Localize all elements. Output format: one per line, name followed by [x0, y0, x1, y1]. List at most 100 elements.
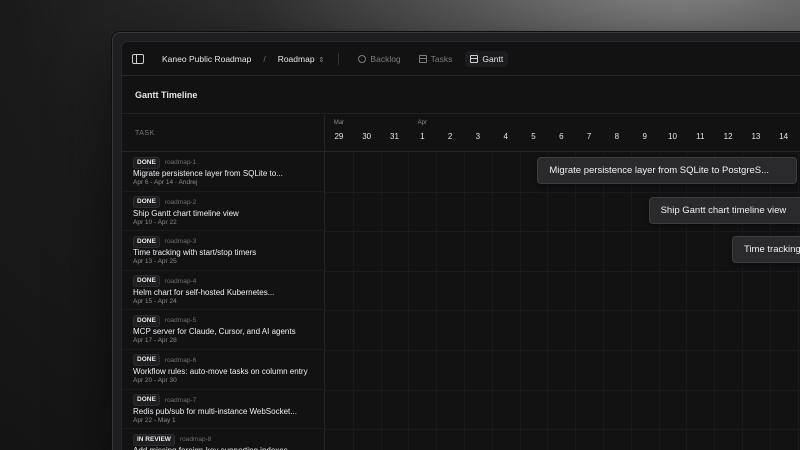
row-gridline	[325, 389, 800, 391]
task-row[interactable]: DONE roadmap-1 Migrate persistence layer f…	[122, 152, 324, 192]
task-title: Migrate persistence layer from SQLite to…	[133, 169, 283, 178]
task-title: Workflow rules: auto-move tasks on colum…	[133, 366, 308, 376]
task-row[interactable]: DONE roadmap-6 Workflow rules: auto-move t…	[122, 350, 324, 390]
task-row-top: DONE roadmap-5	[133, 314, 324, 327]
day-number: 14	[779, 132, 789, 141]
task-slug: roadmap-5	[164, 317, 197, 325]
task-meta: Apr 17 - Apr 28	[133, 337, 177, 345]
status-badge: IN REVIEW	[133, 433, 175, 446]
day-column-header: 9	[631, 115, 659, 152]
day-gridline	[464, 152, 465, 450]
day-number: 8	[614, 132, 620, 141]
tab-gantt[interactable]: Gantt	[465, 50, 509, 67]
day-gridline	[547, 152, 549, 450]
breadcrumb-separator: /	[263, 53, 266, 64]
day-header: Mar 29 30 31 Apr 1 2 3 4 5 6 7 8 9 10 11 12 13 14	[325, 115, 800, 152]
task-row[interactable]: DONE roadmap-5 MCP server for Claude, Curs…	[122, 310, 324, 350]
day-number: 30	[362, 132, 372, 141]
task-row[interactable]: IN REVIEW roadmap-8 Add missing foreign-ke…	[122, 429, 324, 450]
row-gridline	[325, 270, 800, 272]
sidebar-toggle-icon[interactable]	[132, 53, 144, 64]
status-badge: DONE	[133, 275, 160, 288]
tab-tasks-label: Tasks	[430, 53, 453, 64]
task-row[interactable]: DONE roadmap-7 Redis pub/sub for multi-ins…	[122, 390, 324, 430]
row-gridline	[325, 429, 800, 431]
task-row[interactable]: DONE roadmap-4 Helm chart for self-hosted …	[122, 271, 324, 311]
gantt-grid: TASK DONE roadmap-1 Migrate persistence la…	[122, 115, 800, 450]
day-column-header: 14	[770, 115, 798, 152]
day-gridline	[575, 152, 577, 450]
day-number: 6	[559, 132, 564, 141]
day-column-header: 4	[492, 115, 520, 152]
task-row-top: IN REVIEW roadmap-8	[133, 433, 324, 446]
task-title: Ship Gantt chart timeline view	[133, 208, 239, 218]
task-title: Add missing foreign-key supporting index…	[133, 446, 324, 450]
tab-backlog-label: Backlog	[370, 53, 401, 64]
task-title: MCP server for Claude, Cursor, and AI ag…	[133, 327, 296, 337]
top-bar: Kaneo Public Roadmap / Roadmap ⇕ Backlog …	[122, 42, 800, 76]
task-slug: roadmap-3	[164, 238, 197, 246]
timeline: Mar 29 30 31 Apr 1 2 3 4 5 6 7 8 9 10 11 12 13 14 Migrate …	[325, 115, 800, 450]
task-meta: Apr 13 - Apr 25	[133, 258, 177, 266]
task-title: Redis pub/sub for multi-instance WebSock…	[133, 406, 297, 416]
task-meta: Apr 15 - Apr 24	[133, 297, 177, 305]
month-label: Apr	[417, 120, 427, 126]
view-selector[interactable]: Roadmap ⇕	[278, 54, 325, 64]
day-gridline	[519, 152, 521, 450]
task-row-top: DONE roadmap-4	[133, 275, 324, 288]
task-slug: roadmap-6	[164, 356, 197, 364]
day-number: 2	[447, 132, 453, 141]
task-meta: Apr 20 - Apr 30	[133, 376, 177, 384]
gantt-bar[interactable]: Time tracking with start/stop timers	[732, 236, 800, 264]
task-slug: roadmap-2	[164, 198, 197, 206]
day-column-header: 8	[603, 115, 631, 152]
day-column-header: 31	[381, 115, 409, 152]
day-number: 3	[475, 132, 481, 141]
day-number: 4	[503, 132, 508, 141]
app-window: Kaneo Public Roadmap / Roadmap ⇕ Backlog …	[112, 32, 800, 450]
tab-tasks[interactable]: Tasks	[414, 51, 458, 67]
row-gridline	[325, 350, 800, 351]
task-meta: Apr 6 - Apr 14 · Andrej	[133, 179, 198, 186]
day-column-header: 3	[464, 115, 492, 152]
grid-icon	[418, 54, 427, 63]
task-meta: Apr 22 - May 1	[133, 416, 176, 424]
breadcrumb-project[interactable]: Kaneo Public Roadmap	[162, 54, 251, 64]
day-number: 12	[723, 132, 733, 141]
chevron-updown-icon: ⇕	[318, 56, 325, 64]
status-badge: DONE	[133, 314, 160, 327]
task-list: DONE roadmap-1 Migrate persistence layer f…	[122, 152, 324, 450]
day-gridline	[630, 152, 632, 450]
day-gridline	[408, 152, 410, 450]
day-number: 9	[642, 132, 647, 141]
status-badge: DONE	[133, 235, 160, 248]
day-gridline	[491, 152, 493, 450]
day-gridline	[603, 152, 604, 450]
task-row-top: DONE roadmap-3	[133, 235, 324, 248]
tab-backlog[interactable]: Backlog	[353, 51, 405, 67]
status-badge: DONE	[133, 196, 160, 209]
day-column-header: 12	[714, 115, 742, 152]
day-number: 11	[696, 132, 705, 141]
task-slug: roadmap-4	[164, 277, 197, 285]
row-gridline	[325, 231, 800, 233]
task-row[interactable]: DONE roadmap-2 Ship Gantt chart timeline v…	[122, 192, 324, 232]
day-column-header: 10	[659, 115, 687, 152]
day-column-header: 2	[436, 115, 464, 152]
page-title: Gantt Timeline	[122, 76, 800, 114]
day-number: 10	[668, 132, 677, 141]
day-number: 31	[390, 132, 399, 141]
divider	[338, 52, 340, 65]
task-meta: Apr 10 - Apr 22	[133, 218, 177, 226]
task-row-top: DONE roadmap-6	[133, 354, 324, 367]
task-row-top: DONE roadmap-2	[133, 196, 324, 209]
day-column-header: Apr 1	[408, 115, 436, 152]
view-selector-label: Roadmap	[277, 53, 315, 64]
row-gridline	[325, 191, 800, 193]
gantt-bar[interactable]: Ship Gantt chart timeline view	[648, 196, 800, 224]
task-column-header: TASK	[122, 115, 324, 152]
day-column-header: 5	[520, 115, 548, 152]
gantt-bar[interactable]: Migrate persistence layer from SQLite to…	[537, 157, 798, 184]
day-number: 7	[586, 132, 592, 141]
task-row[interactable]: DONE roadmap-3 Time tracking with start/st…	[122, 231, 324, 271]
